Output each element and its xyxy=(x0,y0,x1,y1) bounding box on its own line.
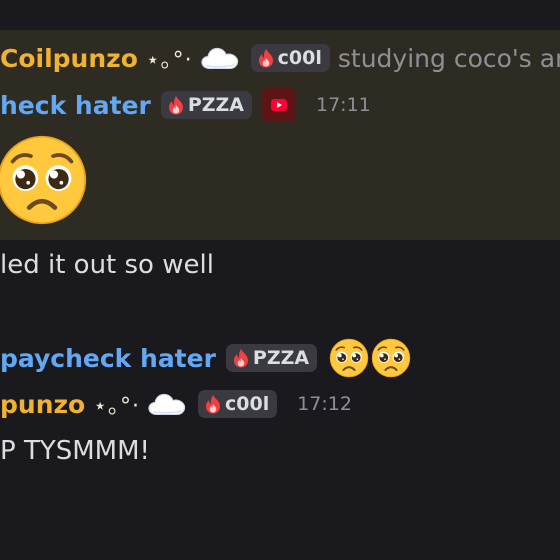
message-header-1: heck hater PZZA 17:11 xyxy=(0,88,371,122)
timestamp: 17:11 xyxy=(316,94,371,116)
author-decoration: ⋆｡°· xyxy=(145,48,193,73)
message-text: P TYSMMM! xyxy=(0,436,150,466)
top-bar xyxy=(0,0,560,30)
server-tag[interactable]: PZZA xyxy=(160,91,252,119)
server-tag[interactable]: PZZA xyxy=(225,344,318,372)
fire-icon xyxy=(232,348,250,368)
reply-author[interactable]: paycheck hater xyxy=(0,344,216,373)
pleading-face-emoji[interactable] xyxy=(0,134,88,226)
server-tag[interactable]: c00l xyxy=(197,390,278,418)
fire-icon xyxy=(257,48,275,68)
reply-preview-1[interactable]: Coilpunzo ⋆｡°· c00l studying coco's ar xyxy=(0,42,560,74)
server-tag-label: c00l xyxy=(224,393,270,415)
pleading-face-emoji xyxy=(371,338,411,378)
reply-text[interactable]: studying coco's ar xyxy=(338,44,560,73)
message-text: led it out so well xyxy=(0,250,214,280)
fire-icon xyxy=(167,95,185,115)
reply-author[interactable]: Coilpunzo xyxy=(0,44,138,73)
server-tag-label: c00l xyxy=(277,47,322,69)
message-header-2: punzo ⋆｡°· c00l 17:12 xyxy=(0,388,352,420)
message-author[interactable]: punzo xyxy=(0,390,85,419)
fire-icon xyxy=(204,394,222,414)
timestamp: 17:12 xyxy=(297,393,352,415)
author-decoration: ⋆｡°· xyxy=(93,394,140,419)
cloud-icon xyxy=(201,45,239,71)
message-author[interactable]: heck hater xyxy=(0,91,151,120)
youtube-icon[interactable] xyxy=(262,88,296,122)
server-tag[interactable]: c00l xyxy=(250,44,330,72)
server-tag-label: PZZA xyxy=(187,94,244,116)
reply-preview-2[interactable]: paycheck hater PZZA xyxy=(0,338,411,378)
cloud-icon xyxy=(148,391,186,417)
server-tag-label: PZZA xyxy=(252,347,310,369)
pleading-face-emoji xyxy=(329,338,369,378)
